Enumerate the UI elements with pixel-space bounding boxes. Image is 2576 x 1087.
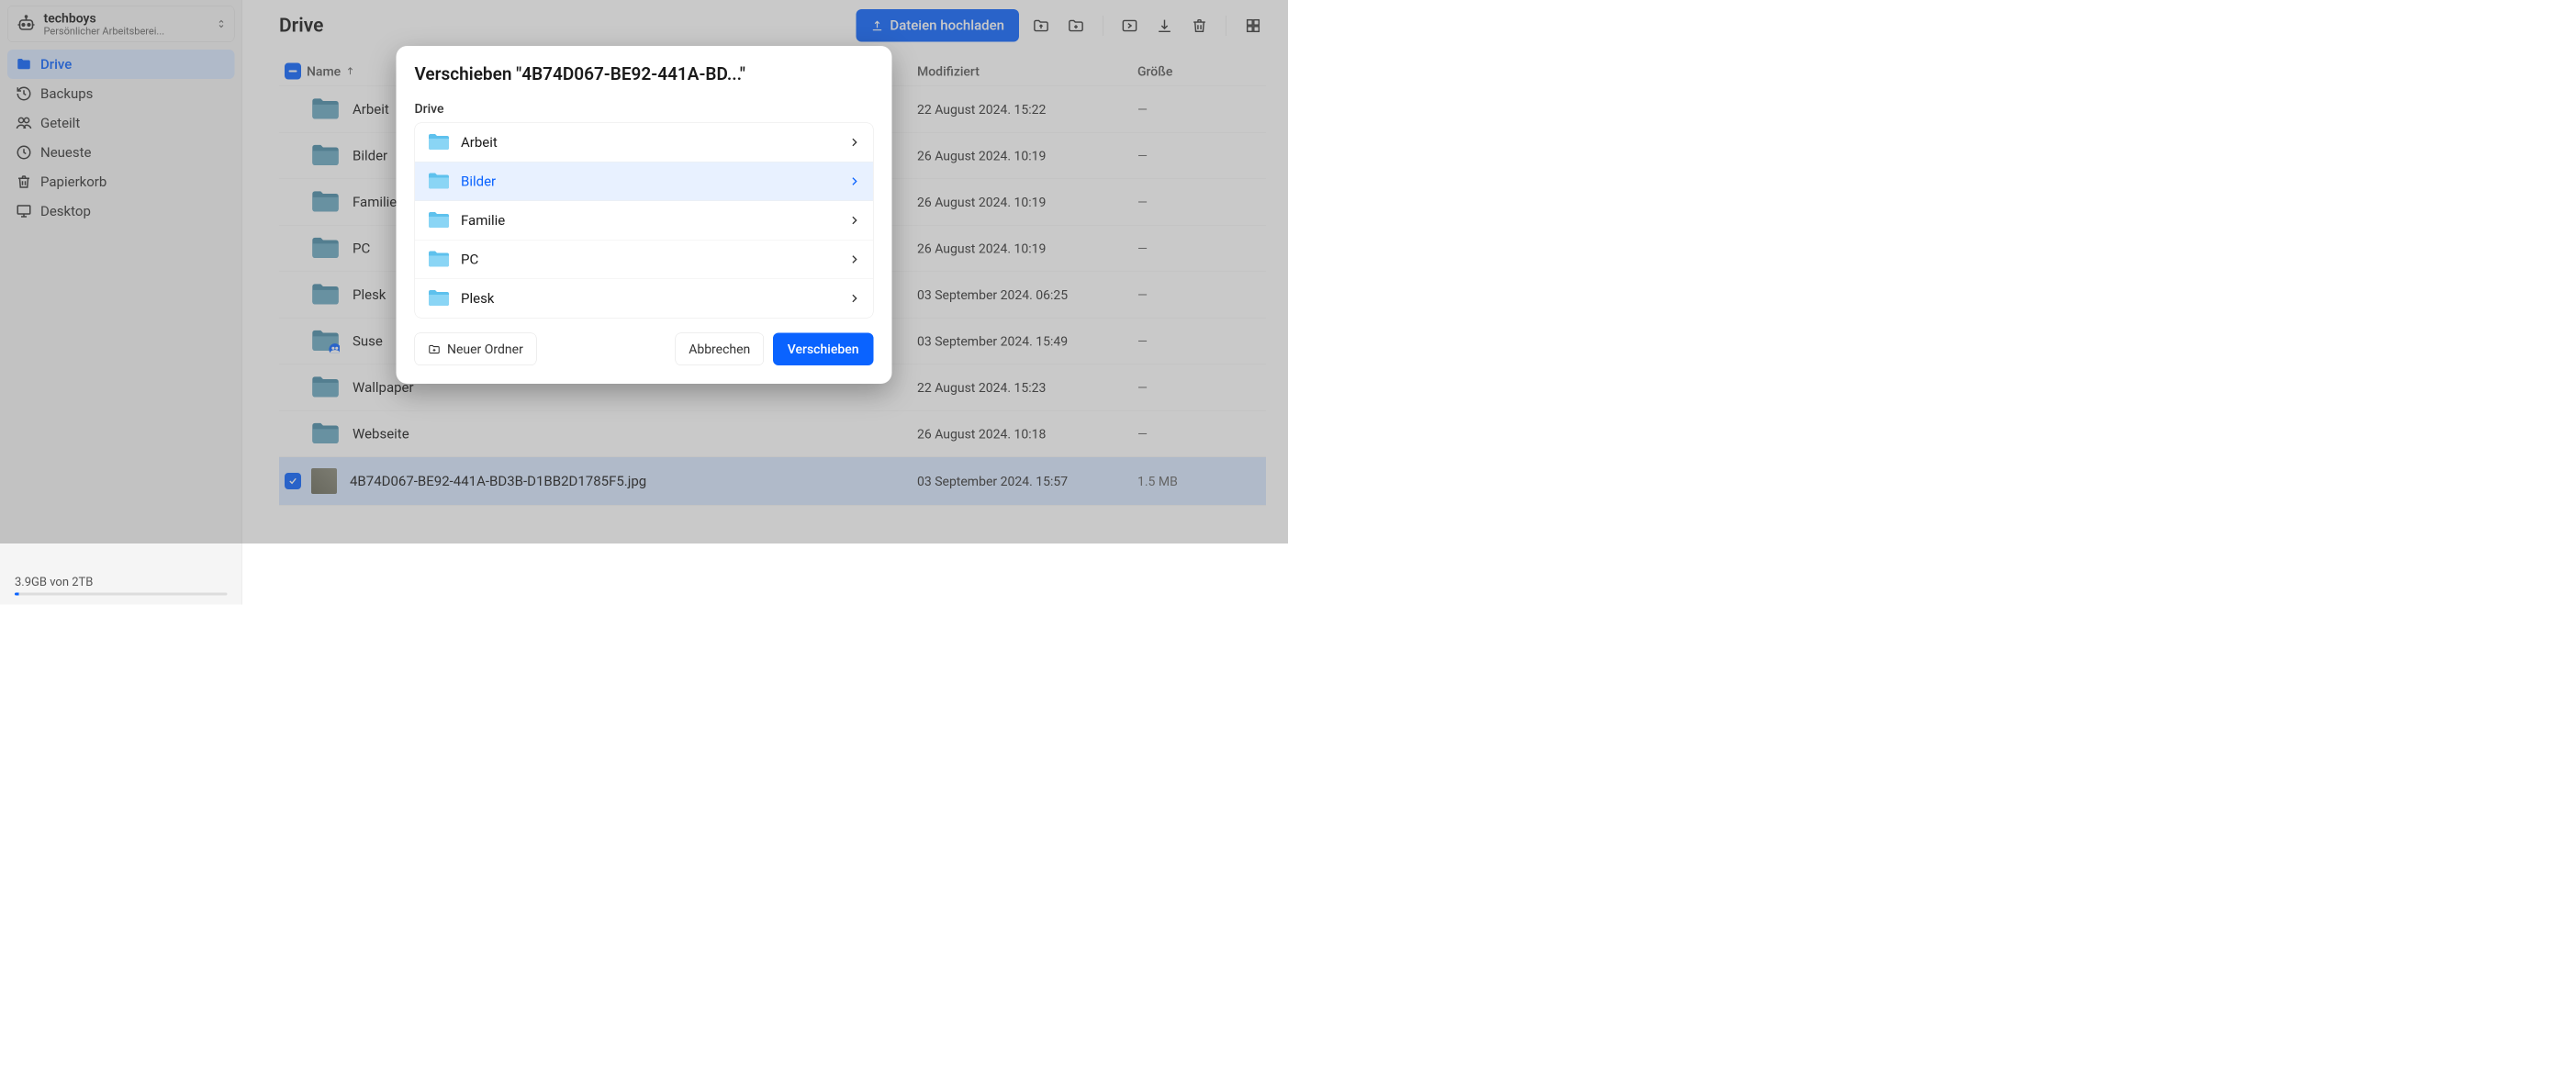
move-label: Verschieben (788, 342, 859, 357)
folder-icon (428, 251, 450, 269)
modal-folder-name: Arbeit (461, 134, 837, 151)
modal-folder-name: Familie (461, 212, 837, 229)
folder-plus-icon (428, 342, 441, 355)
cancel-label: Abbrechen (689, 342, 750, 357)
new-folder-button[interactable]: Neuer Ordner (415, 333, 537, 366)
cancel-button[interactable]: Abbrechen (676, 333, 764, 366)
modal-footer: Neuer Ordner Abbrechen Verschieben (415, 333, 874, 366)
move-button[interactable]: Verschieben (773, 333, 874, 366)
folder-icon (428, 211, 450, 230)
folder-icon (428, 133, 450, 151)
chevron-right-icon (848, 293, 860, 305)
chevron-right-icon (848, 137, 860, 149)
folder-icon (428, 289, 450, 308)
chevron-right-icon (848, 175, 860, 187)
move-modal: Verschieben "4B74D067-BE92-441A-BD..." D… (397, 46, 892, 384)
storage-track (15, 593, 228, 596)
modal-folder-name: Plesk (461, 290, 837, 307)
chevron-right-icon (848, 215, 860, 227)
modal-folder-name: Bilder (461, 174, 837, 190)
modal-title: Verschieben "4B74D067-BE92-441A-BD..." (415, 64, 874, 84)
new-folder-label: Neuer Ordner (447, 342, 523, 357)
storage-fill (15, 593, 19, 596)
modal-folder-item[interactable]: Familie (415, 201, 873, 241)
storage-indicator: 3.9GB von 2TB (15, 576, 228, 596)
modal-folder-item[interactable]: Bilder (415, 162, 873, 202)
storage-text: 3.9GB von 2TB (15, 576, 228, 589)
modal-folder-item[interactable]: PC (415, 241, 873, 280)
chevron-right-icon (848, 253, 860, 265)
modal-folder-name: PC (461, 252, 837, 268)
modal-folder-item[interactable]: Plesk (415, 279, 873, 318)
modal-folder-list: Arbeit Bilder Familie PC Plesk (415, 123, 874, 319)
modal-overlay[interactable]: Verschieben "4B74D067-BE92-441A-BD..." D… (0, 0, 1288, 544)
modal-folder-item[interactable]: Arbeit (415, 123, 873, 162)
modal-breadcrumb[interactable]: Drive (415, 101, 874, 117)
folder-icon (428, 173, 450, 191)
